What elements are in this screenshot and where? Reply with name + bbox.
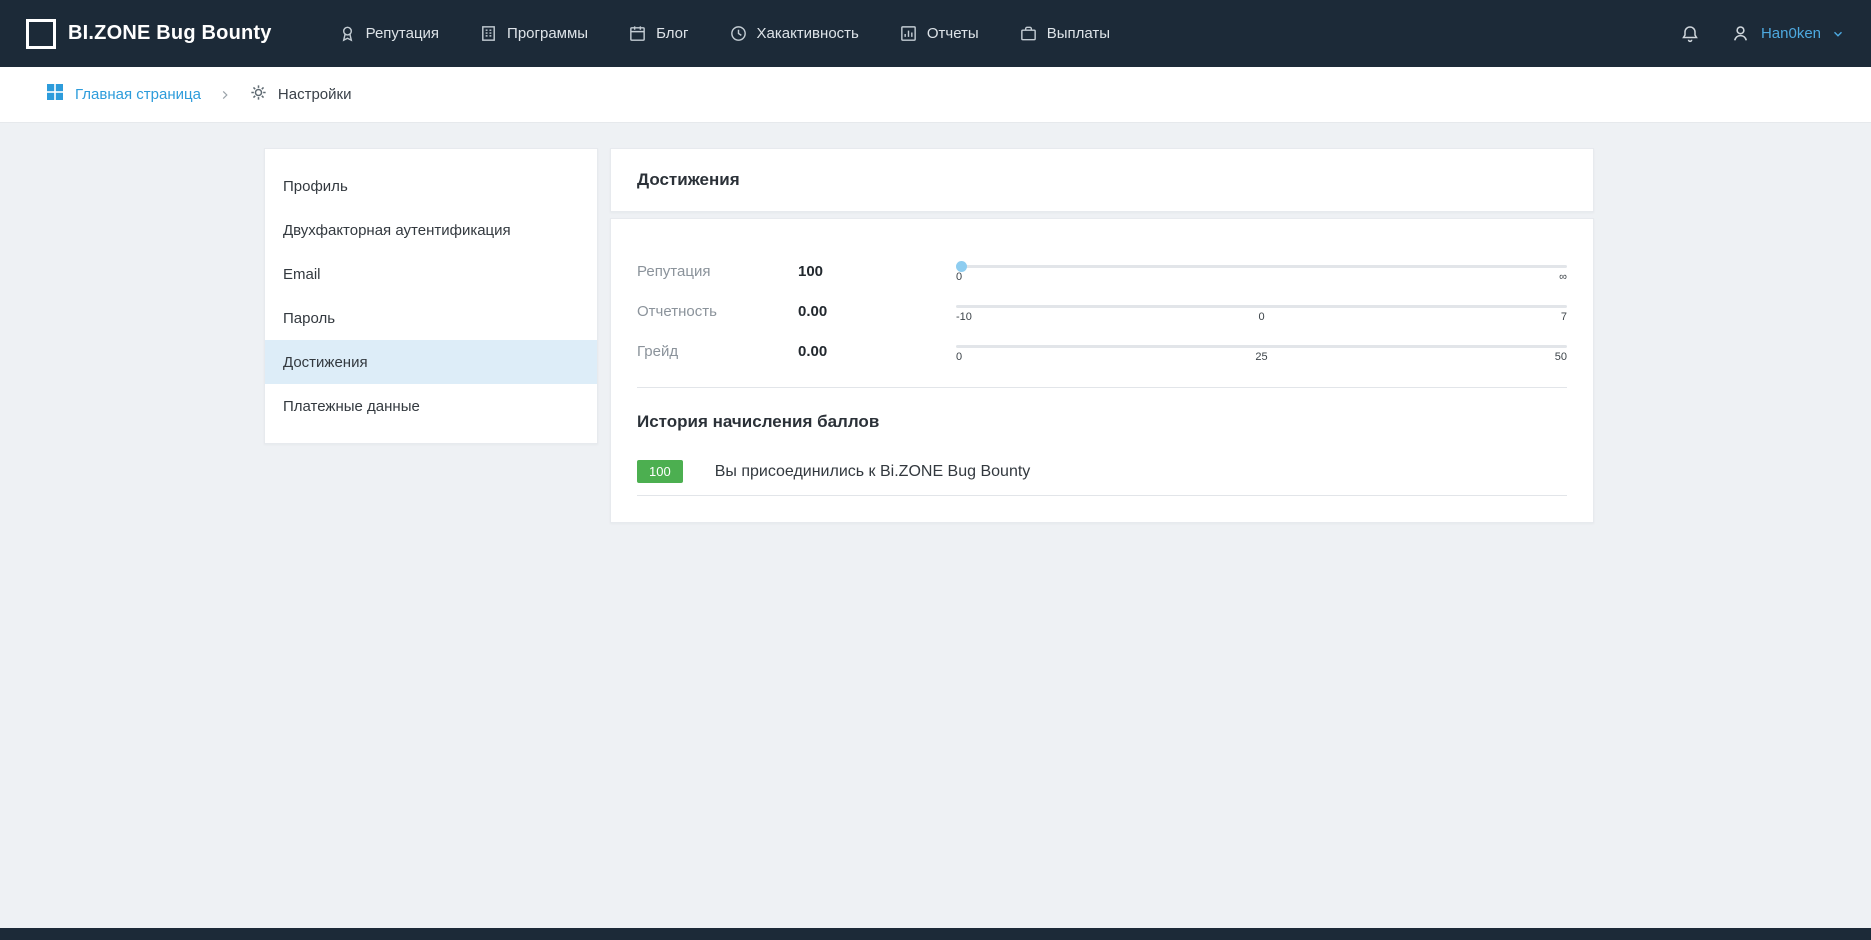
metric-value: 0.00 [798, 303, 956, 320]
breadcrumb-home-label: Главная страница [75, 86, 201, 103]
menu-item-label: Платежные данные [283, 398, 420, 415]
scale-mid: 25 [1255, 351, 1267, 363]
points-badge: 100 [637, 460, 683, 483]
breadcrumb-home-link[interactable]: Главная страница [45, 82, 201, 107]
history-entry-text: Вы присоединились к Bi.ZONE Bug Bounty [715, 463, 1031, 481]
brand-name: BI.ZONE Bug Bounty [68, 22, 272, 45]
grade-slider: 0 25 50 [956, 338, 1567, 364]
panel-body: Репутация 100 0 ∞ Отчетность 0.00 -10 0 … [610, 218, 1594, 523]
section-divider [637, 387, 1567, 388]
menu-item-label: Двухфакторная аутентификация [283, 222, 511, 239]
metric-value: 0.00 [798, 343, 956, 360]
history-entry: 100 Вы присоединились к Bi.ZONE Bug Boun… [637, 460, 1567, 496]
user-menu[interactable]: Han0ken [1730, 23, 1845, 44]
footer-strip [0, 928, 1871, 940]
bizone-logo-icon [26, 19, 56, 49]
notifications-bell-icon[interactable] [1680, 24, 1700, 44]
metric-value: 100 [798, 263, 956, 280]
main-content: Профиль Двухфакторная аутентификация Ema… [0, 123, 1871, 523]
gear-icon [249, 83, 268, 107]
scale-min: 0 [956, 271, 962, 283]
blog-calendar-icon [628, 24, 647, 43]
menu-item-label: Достижения [283, 354, 368, 371]
breadcrumb-current: Настройки [249, 83, 352, 107]
main-nav: Репутация Программы Блог Хакактивность О… [338, 24, 1110, 43]
scale-max: ∞ [1559, 271, 1567, 283]
scale-min: -10 [956, 311, 972, 323]
nav-item-blog[interactable]: Блог [628, 24, 688, 43]
hacktivity-clock-icon [729, 24, 748, 43]
menu-item-password[interactable]: Пароль [265, 296, 597, 340]
menu-item-profile[interactable]: Профиль [265, 164, 597, 208]
scale-max: 50 [1555, 351, 1567, 363]
nav-item-reports[interactable]: Отчеты [899, 24, 979, 43]
menu-item-achievements[interactable]: Достижения [265, 340, 597, 384]
chevron-down-icon [1831, 27, 1845, 41]
user-icon [1730, 23, 1751, 44]
menu-item-label: Email [283, 266, 321, 283]
username: Han0ken [1761, 25, 1821, 42]
metric-row-reputation: Репутация 100 0 ∞ [637, 251, 1567, 291]
reports-chart-icon [899, 24, 918, 43]
reputation-icon [338, 24, 357, 43]
panel-title: Достижения [637, 170, 740, 189]
metric-row-accountability: Отчетность 0.00 -10 0 7 [637, 291, 1567, 331]
metric-label: Репутация [637, 263, 798, 280]
breadcrumb-current-label: Настройки [278, 86, 352, 103]
slider-track [956, 265, 1567, 268]
nav-item-hacktivity[interactable]: Хакактивность [729, 24, 859, 43]
menu-item-two-factor[interactable]: Двухфакторная аутентификация [265, 208, 597, 252]
menu-item-label: Профиль [283, 178, 348, 195]
nav-item-label: Блог [656, 25, 688, 42]
scale-min: 0 [956, 351, 962, 363]
panel-header: Достижения [610, 148, 1594, 212]
nav-item-payments[interactable]: Выплаты [1019, 24, 1110, 43]
dashboard-grid-icon [45, 82, 65, 107]
reputation-slider: 0 ∞ [956, 258, 1567, 284]
slider-track [956, 305, 1567, 308]
scale-max: 7 [1561, 311, 1567, 323]
menu-item-email[interactable]: Email [265, 252, 597, 296]
slider-track [956, 345, 1567, 348]
nav-item-programs[interactable]: Программы [479, 24, 588, 43]
payments-briefcase-icon [1019, 24, 1038, 43]
accountability-slider: -10 0 7 [956, 298, 1567, 324]
scale-mid: 0 [1258, 311, 1264, 323]
achievements-panel: Достижения Репутация 100 0 ∞ Отчетность … [610, 148, 1594, 523]
metric-label: Грейд [637, 343, 798, 360]
menu-item-payment-data[interactable]: Платежные данные [265, 384, 597, 428]
top-navbar: BI.ZONE Bug Bounty Репутация Программы Б… [0, 0, 1871, 67]
nav-item-label: Репутация [366, 25, 439, 42]
nav-item-reputation[interactable]: Репутация [338, 24, 439, 43]
brand[interactable]: BI.ZONE Bug Bounty [26, 19, 272, 49]
menu-item-label: Пароль [283, 310, 335, 327]
programs-icon [479, 24, 498, 43]
breadcrumb-chevron-icon [219, 89, 231, 101]
nav-item-label: Отчеты [927, 25, 979, 42]
navbar-right: Han0ken [1680, 23, 1845, 44]
metric-row-grade: Грейд 0.00 0 25 50 [637, 331, 1567, 371]
nav-item-label: Хакактивность [757, 25, 859, 42]
history-title: История начисления баллов [637, 412, 1567, 432]
nav-item-label: Выплаты [1047, 25, 1110, 42]
metric-label: Отчетность [637, 303, 798, 320]
nav-item-label: Программы [507, 25, 588, 42]
breadcrumb: Главная страница Настройки [0, 67, 1871, 123]
settings-menu: Профиль Двухфакторная аутентификация Ema… [264, 148, 598, 444]
